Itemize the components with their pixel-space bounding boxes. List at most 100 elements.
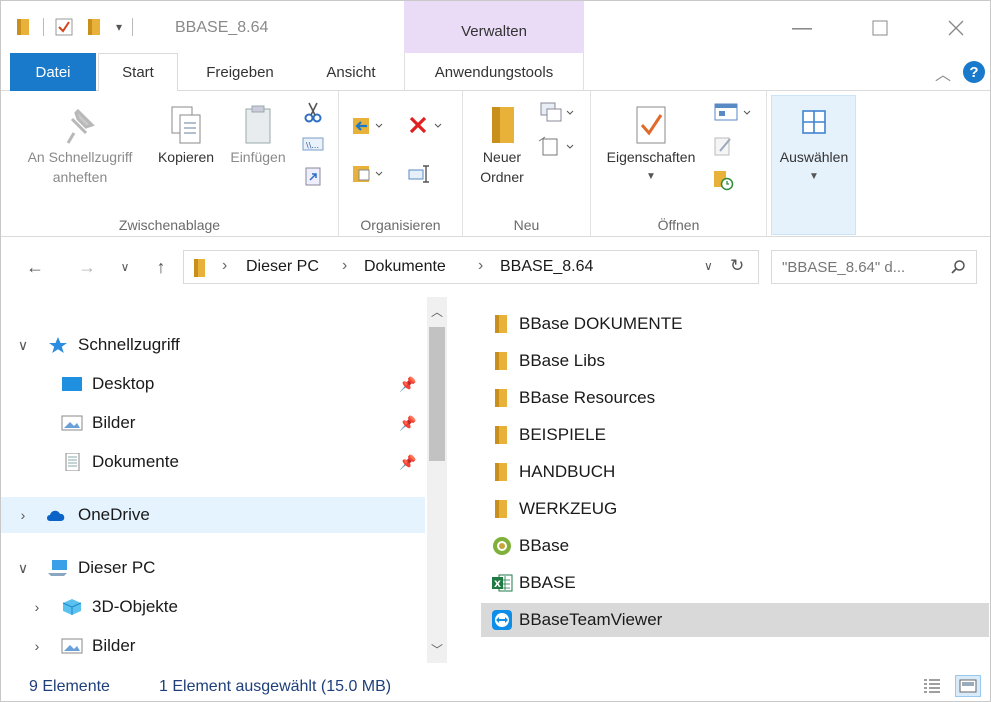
- tab-file[interactable]: Datei: [10, 53, 96, 91]
- copy-path-icon[interactable]: \\...: [301, 133, 325, 155]
- history-icon[interactable]: [711, 169, 735, 191]
- recent-locations-button[interactable]: ∨: [111, 252, 139, 282]
- forward-button[interactable]: →: [73, 252, 101, 282]
- nav-item-desktop[interactable]: Desktop 📌: [1, 366, 425, 402]
- scroll-down-icon[interactable]: ﹀: [427, 641, 447, 658]
- properties-check-icon[interactable]: [54, 17, 74, 37]
- paste-button[interactable]: Einfügen: [223, 103, 293, 167]
- details-view-button[interactable]: [919, 675, 945, 697]
- back-button[interactable]: ←: [21, 252, 49, 282]
- new-folder-icon: [492, 107, 514, 143]
- breadcrumb-separator-icon[interactable]: ›: [342, 257, 347, 275]
- close-button[interactable]: [933, 11, 979, 45]
- title-bar: ▾ BBASE_8.64 Verwalten —: [1, 1, 990, 53]
- edit-icon[interactable]: [711, 135, 735, 157]
- contextual-group-label: Verwalten: [461, 23, 527, 40]
- list-item[interactable]: BBase DOKUMENTE: [481, 307, 989, 341]
- file-name: BBase Libs: [519, 351, 605, 370]
- copy-button[interactable]: Kopieren: [149, 103, 223, 167]
- delete-icon: [409, 116, 442, 134]
- easy-access-button[interactable]: [537, 135, 577, 157]
- pin-icon[interactable]: 📌: [399, 415, 416, 432]
- group-label-open: Öffnen: [657, 217, 700, 233]
- chevron-down-icon[interactable]: ∨: [15, 337, 31, 354]
- pin-to-quick-access-button[interactable]: An Schnellzugriff anheften: [13, 103, 147, 187]
- pin-icon[interactable]: 📌: [399, 454, 416, 471]
- search-input[interactable]: [782, 257, 942, 277]
- open-button[interactable]: [711, 101, 755, 123]
- help-icon[interactable]: ?: [963, 61, 985, 83]
- list-item[interactable]: WERKZEUG: [481, 492, 989, 526]
- select-button[interactable]: Auswählen ▼: [773, 103, 855, 187]
- list-item[interactable]: BBase: [481, 529, 989, 563]
- scrollbar-thumb[interactable]: [429, 327, 445, 461]
- collapse-ribbon-icon[interactable]: ︿: [935, 61, 951, 85]
- easy-access-icon: [538, 136, 574, 156]
- nav-item-pictures[interactable]: Bilder 📌: [1, 405, 425, 441]
- new-item-button[interactable]: [537, 101, 577, 123]
- up-button[interactable]: ↑: [147, 252, 175, 282]
- ribbon-tabs: Datei Start Freigeben Ansicht Anwendungs…: [1, 53, 990, 92]
- move-to-icon: [353, 118, 383, 134]
- search-icon[interactable]: [950, 259, 966, 275]
- scroll-up-icon[interactable]: ︿: [427, 303, 447, 320]
- chevron-down-icon[interactable]: ∨: [15, 560, 31, 577]
- list-item[interactable]: HANDBUCH: [481, 455, 989, 489]
- paste-label: Einfügen: [230, 149, 286, 165]
- refresh-icon[interactable]: ↻: [730, 256, 744, 276]
- bbase-app-icon: [493, 537, 511, 555]
- delete-button[interactable]: [405, 115, 445, 137]
- new-folder-icon[interactable]: [86, 17, 104, 37]
- nav-item-documents[interactable]: Dokumente 📌: [1, 444, 425, 480]
- list-item[interactable]: BBase Libs: [481, 344, 989, 378]
- chevron-down-icon: ∨: [120, 260, 130, 274]
- breadcrumb-documents[interactable]: Dokumente: [364, 258, 446, 276]
- list-item[interactable]: BBaseTeamViewer: [481, 603, 989, 637]
- breadcrumb-this-pc[interactable]: Dieser PC: [246, 258, 319, 276]
- nav-pane-scrollbar[interactable]: ︿ ﹀: [427, 297, 447, 663]
- nav-label: Desktop: [92, 374, 155, 393]
- pin-label-line2: anheften: [52, 169, 108, 185]
- new-folder-label-line2: Ordner: [480, 169, 524, 185]
- search-box[interactable]: [771, 250, 977, 284]
- rename-button[interactable]: [405, 163, 435, 185]
- nav-item-3d-objects[interactable]: › 3D-Objekte: [1, 589, 425, 625]
- tab-start[interactable]: Start: [98, 53, 178, 92]
- cloud-icon: [47, 510, 65, 521]
- tab-view[interactable]: Ansicht: [305, 53, 397, 91]
- breadcrumb-separator-icon[interactable]: ›: [478, 257, 483, 275]
- properties-dropdown-icon[interactable]: ▼: [646, 167, 656, 187]
- chevron-right-icon[interactable]: ›: [29, 638, 45, 654]
- list-item[interactable]: BBase Resources: [481, 381, 989, 415]
- nav-item-this-pc[interactable]: ∨ Dieser PC: [1, 550, 425, 586]
- address-dropdown-icon[interactable]: ∨: [704, 259, 713, 273]
- large-icons-view-button[interactable]: [955, 675, 981, 697]
- customize-toolbar-icon[interactable]: ▾: [116, 20, 122, 34]
- tab-app-tools[interactable]: Anwendungstools: [405, 53, 583, 91]
- folder-icon[interactable]: [15, 17, 33, 37]
- list-item[interactable]: X BBASE: [481, 566, 989, 600]
- copy-to-button[interactable]: [351, 163, 385, 185]
- paste-shortcut-icon[interactable]: [301, 165, 325, 187]
- explorer-window: ▾ BBASE_8.64 Verwalten — Datei Start Fre…: [0, 0, 991, 702]
- maximize-button[interactable]: [857, 11, 903, 45]
- breadcrumb-current[interactable]: BBASE_8.64: [500, 258, 593, 276]
- file-list: BBase DOKUMENTE BBase Libs BBase Resourc…: [481, 307, 989, 651]
- cut-icon[interactable]: [301, 101, 325, 123]
- pin-icon[interactable]: 📌: [399, 376, 416, 393]
- list-item[interactable]: BEISPIELE: [481, 418, 989, 452]
- tab-share[interactable]: Freigeben: [185, 53, 295, 91]
- minimize-button[interactable]: —: [779, 11, 825, 45]
- nav-item-onedrive[interactable]: › OneDrive: [1, 497, 425, 533]
- nav-item-quick-access[interactable]: ∨ Schnellzugriff: [1, 327, 425, 363]
- address-bar[interactable]: › Dieser PC › Dokumente › BBASE_8.64 ∨ ↻: [183, 250, 759, 284]
- cube-icon: [62, 599, 82, 615]
- chevron-right-icon[interactable]: ›: [15, 507, 31, 523]
- nav-item-pictures-pc[interactable]: › Bilder: [1, 628, 425, 663]
- move-to-button[interactable]: [351, 115, 385, 137]
- chevron-right-icon[interactable]: ›: [29, 599, 45, 615]
- new-folder-button[interactable]: Neuer Ordner: [469, 103, 535, 187]
- file-name: WERKZEUG: [519, 499, 618, 518]
- breadcrumb-separator-icon[interactable]: ›: [222, 257, 227, 275]
- properties-button[interactable]: Eigenschaften ▼: [593, 103, 709, 187]
